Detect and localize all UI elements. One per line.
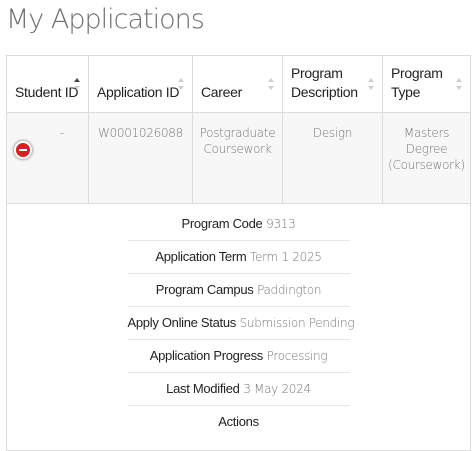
detail-last-modified: Last Modified 3 May 2024 bbox=[127, 373, 350, 406]
table-header-row: Student ID Application ID Career Program… bbox=[6, 55, 471, 113]
column-header-program-type[interactable]: Program Type bbox=[382, 55, 471, 113]
column-header-label: Program Description bbox=[291, 65, 358, 100]
detail-value: Processing bbox=[266, 349, 328, 363]
column-header-label: Career bbox=[201, 84, 242, 100]
cell-student-id: - bbox=[6, 112, 89, 204]
detail-program-code: Program Code 9313 bbox=[127, 208, 350, 241]
sort-icon bbox=[456, 78, 464, 90]
detail-label: Last Modified bbox=[166, 381, 240, 396]
minus-circle-icon[interactable] bbox=[14, 141, 32, 159]
applications-table: Student ID Application ID Career Program… bbox=[6, 55, 471, 451]
sort-icon bbox=[268, 78, 276, 90]
table-row[interactable]: - W0001026088 Postgraduate Coursework De… bbox=[6, 112, 471, 204]
detail-application-term: Application Term Term 1 2025 bbox=[127, 241, 350, 274]
page-title: My Applications bbox=[6, 4, 205, 35]
column-header-student-id[interactable]: Student ID bbox=[6, 55, 89, 113]
cell-career: Postgraduate Coursework bbox=[192, 112, 283, 204]
actions-label: Actions bbox=[218, 414, 259, 429]
column-header-label: Application ID bbox=[97, 84, 180, 100]
details-list: Program Code 9313 Application Term Term … bbox=[127, 208, 355, 438]
student-id-value: - bbox=[59, 126, 64, 140]
detail-apply-online-status: Apply Online Status Submission Pending bbox=[127, 307, 355, 340]
detail-label: Program Campus bbox=[155, 282, 254, 297]
column-header-label: Program Type bbox=[391, 65, 443, 100]
detail-label: Apply Online Status bbox=[127, 315, 237, 330]
cell-application-id: W0001026088 bbox=[88, 112, 193, 204]
detail-value: 9313 bbox=[266, 217, 296, 231]
cell-program-description: Design bbox=[282, 112, 383, 204]
cell-program-type: Masters Degree (Coursework) bbox=[382, 112, 471, 204]
column-header-application-id[interactable]: Application ID bbox=[88, 55, 193, 113]
detail-label: Application Progress bbox=[149, 348, 264, 363]
detail-value: Term 1 2025 bbox=[250, 250, 322, 264]
sort-ascending-icon bbox=[74, 78, 82, 90]
sort-icon bbox=[368, 78, 376, 90]
detail-value: Paddington bbox=[257, 283, 322, 297]
row-details-panel: Program Code 9313 Application Term Term … bbox=[6, 203, 471, 451]
detail-value: 3 May 2024 bbox=[243, 382, 311, 396]
detail-program-campus: Program Campus Paddington bbox=[127, 274, 350, 307]
detail-label: Program Code bbox=[181, 216, 263, 231]
sort-icon bbox=[178, 78, 186, 90]
detail-actions: Actions bbox=[128, 406, 350, 438]
detail-label: Application Term bbox=[155, 249, 247, 264]
details-cell: Program Code 9313 Application Term Term … bbox=[6, 203, 471, 451]
detail-application-progress: Application Progress Processing bbox=[127, 340, 350, 373]
column-header-program-description[interactable]: Program Description bbox=[282, 55, 383, 113]
column-header-career[interactable]: Career bbox=[192, 55, 283, 113]
detail-value: Submission Pending bbox=[239, 316, 355, 330]
